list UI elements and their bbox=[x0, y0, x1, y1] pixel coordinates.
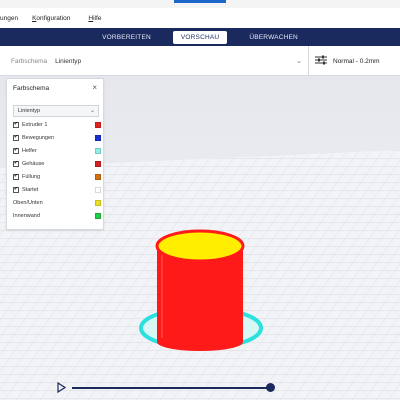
menu-item-help[interactable]: Hilfe bbox=[88, 15, 101, 22]
color-scheme-panel: Farbschema × Linientyp ⌄ ✔ Extruder 1 ✔ Bew… bbox=[6, 78, 104, 230]
legend-row: ✔ Füllung bbox=[13, 171, 101, 182]
legend-row: ✔ Gehäuse bbox=[13, 158, 101, 169]
color-scheme-value: Linientyp bbox=[55, 57, 82, 65]
legend-label: Helfer bbox=[22, 147, 37, 154]
play-icon[interactable] bbox=[57, 381, 67, 395]
titlebar-accent bbox=[174, 0, 226, 3]
legend-swatch bbox=[95, 160, 101, 167]
menu-item-label: ilfe bbox=[93, 14, 102, 22]
print-profile-value: Normal - 0.2mm bbox=[333, 57, 380, 65]
panel-title: Farbschema bbox=[13, 85, 50, 92]
legend-row: Innenwand bbox=[13, 210, 101, 221]
chevron-down-icon: ⌄ bbox=[89, 108, 95, 114]
legend-row: ✔ Startet bbox=[13, 184, 101, 195]
legend-checkbox[interactable]: ✔ bbox=[13, 121, 19, 128]
legend-label: Gehäuse bbox=[22, 160, 45, 167]
legend-checkbox[interactable]: ✔ bbox=[13, 160, 19, 167]
line-type-dropdown[interactable]: Linientyp ⌄ bbox=[13, 105, 99, 117]
model-top-surface bbox=[155, 229, 245, 263]
legend-swatch bbox=[95, 147, 101, 154]
sliders-icon bbox=[315, 55, 327, 67]
tab-prepare[interactable]: VORBEREITEN bbox=[94, 31, 159, 44]
legend-swatch bbox=[95, 199, 101, 206]
legend-label: Extruder 1 bbox=[22, 121, 48, 128]
menu-bar: ungen Konfiguration Hilfe bbox=[0, 8, 400, 28]
tab-preview[interactable]: VORSCHAU bbox=[172, 30, 228, 44]
color-scheme-selector[interactable]: Farbschema Linientyp ⌄ bbox=[6, 51, 306, 71]
legend-checkbox[interactable]: ✔ bbox=[13, 186, 19, 193]
legend-label: Innenwand bbox=[13, 212, 40, 219]
close-icon[interactable]: × bbox=[92, 83, 97, 92]
scrubber-handle[interactable] bbox=[265, 383, 275, 392]
menu-item-extensions[interactable]: ungen bbox=[0, 15, 18, 22]
legend-row: ✔ Helfer bbox=[13, 145, 101, 156]
legend-label: Füllung bbox=[22, 173, 41, 180]
scrubber-track[interactable] bbox=[72, 387, 274, 389]
menu-item-label: ungen bbox=[0, 14, 19, 22]
dropdown-value: Linientyp bbox=[18, 108, 41, 114]
legend-swatch bbox=[95, 186, 101, 193]
preview-toolbar: Farbschema Linientyp ⌄ Normal - 0.2mm bbox=[0, 46, 400, 76]
menu-item-configuration[interactable]: Konfiguration bbox=[32, 15, 70, 22]
legend-label: Startet bbox=[22, 186, 39, 193]
layer-scrubber bbox=[54, 380, 284, 396]
legend-swatch bbox=[95, 212, 101, 219]
legend-checkbox[interactable]: ✔ bbox=[13, 134, 19, 141]
stage-nav: VORBEREITEN VORSCHAU ÜBERWACHEN bbox=[0, 28, 400, 46]
legend-label: Oben/Unten bbox=[13, 199, 43, 206]
tab-monitor[interactable]: ÜBERWACHEN bbox=[241, 31, 306, 44]
legend-swatch bbox=[95, 173, 101, 180]
legend-label: Bewegungen bbox=[22, 134, 55, 141]
model-wall-bottom bbox=[157, 333, 243, 351]
legend-row: ✔ Bewegungen bbox=[13, 132, 101, 143]
legend-swatch bbox=[95, 134, 101, 141]
legend-checkbox[interactable]: ✔ bbox=[13, 173, 19, 180]
legend-checkbox[interactable]: ✔ bbox=[13, 147, 19, 154]
legend-row: ✔ Extruder 1 bbox=[13, 119, 101, 130]
print-settings-button[interactable]: Normal - 0.2mm bbox=[308, 46, 400, 76]
legend-row: Oben/Unten bbox=[13, 197, 101, 208]
legend-swatch bbox=[95, 121, 101, 128]
color-scheme-label: Farbschema bbox=[11, 57, 48, 65]
window-titlebar bbox=[0, 0, 400, 8]
chevron-down-icon: ⌄ bbox=[296, 58, 302, 65]
menu-item-label: onfiguration bbox=[36, 14, 71, 22]
